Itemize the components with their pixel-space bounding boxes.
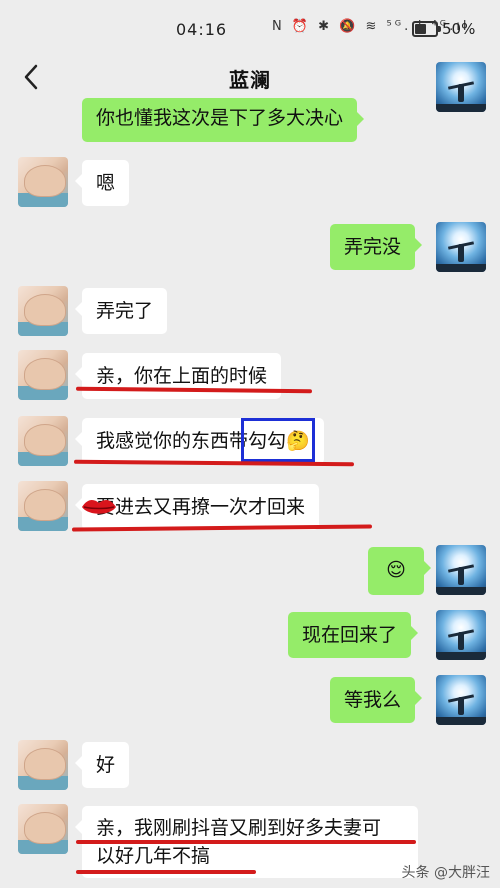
message-bubble-received[interactable]: 弄完了: [74, 288, 168, 334]
chat-header: 蓝澜 •••: [0, 58, 500, 98]
message-bubble-received[interactable]: 好: [74, 742, 130, 788]
chat-title: 蓝澜: [229, 68, 271, 92]
red-underline-annotation: [76, 870, 256, 874]
relieved-emoji-icon: 😌: [386, 559, 406, 581]
battery-percent: 50%: [442, 20, 476, 38]
message-text: 现在回来了: [302, 624, 398, 646]
my-avatar[interactable]: [436, 545, 486, 595]
watermark: 头条 @大胖汪: [401, 865, 490, 881]
message-text: 弄完了: [96, 300, 154, 322]
contact-avatar[interactable]: [18, 416, 68, 466]
my-avatar[interactable]: [436, 62, 486, 112]
message-text: 弄完没: [344, 236, 402, 258]
message-bubble-sent[interactable]: 等我么: [330, 677, 423, 723]
message-text: 好: [96, 754, 116, 776]
contact-avatar[interactable]: [18, 740, 68, 790]
lips-sticker-icon: [82, 500, 116, 514]
message-text: 要进去又再撩一次才回来: [96, 496, 306, 518]
message-text: 等我么: [344, 689, 402, 711]
message-bubble-sent[interactable]: 弄完没: [330, 224, 423, 270]
contact-avatar[interactable]: [18, 804, 68, 854]
blue-box-annotation: [241, 418, 315, 462]
message-bubble-received[interactable]: 嗯: [74, 160, 130, 206]
message-text-line: 以好几年不搞: [96, 845, 211, 867]
message-bubble-sent[interactable]: 现在回来了: [288, 612, 419, 658]
contact-avatar[interactable]: [18, 157, 68, 207]
message-bubble-sent[interactable]: 你也懂我这次是下了多大决心: [82, 98, 365, 142]
message-text-line: 亲，我刚刷抖音又刷到好多夫妻可: [96, 817, 382, 839]
status-time: 04:16: [176, 20, 228, 39]
status-bar: 04:16 N ⏰ ✱ 🔕 ≋ ⁵ᴳ.ıl ⁴ᴳ.ıl 50%: [0, 0, 500, 58]
contact-avatar[interactable]: [18, 481, 68, 531]
message-text: 嗯: [96, 172, 116, 194]
my-avatar[interactable]: [436, 222, 486, 272]
contact-avatar[interactable]: [18, 350, 68, 400]
message-text: 亲，你在上面的时候: [96, 365, 268, 387]
message-text: 你也懂我这次是下了多大决心: [96, 107, 344, 129]
contact-avatar[interactable]: [18, 286, 68, 336]
battery-icon: [412, 21, 441, 37]
my-avatar[interactable]: [436, 675, 486, 725]
my-avatar[interactable]: [436, 610, 486, 660]
red-underline-annotation: [76, 840, 416, 844]
message-bubble-sent[interactable]: 😌: [368, 547, 431, 595]
